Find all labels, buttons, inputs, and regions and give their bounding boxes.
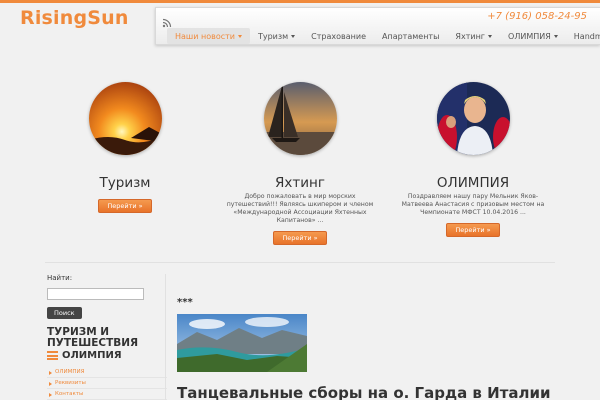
sidebar-heading: ТУРИЗМ И ПУТЕШЕСТВИЯ — [47, 326, 139, 349]
main-menu: Наши новости Туризм Страхование Апартаме… — [167, 28, 600, 44]
sidebar-link[interactable]: ОЛИМПИЯ — [47, 367, 167, 378]
menu-item-label: Туризм — [257, 31, 289, 41]
feature-olympia: ОЛИМПИЯ Поздравляем нашу пару Мельник Як… — [393, 80, 553, 237]
rss-icon[interactable] — [162, 13, 172, 28]
go-button[interactable]: Перейти » — [98, 199, 152, 213]
phone-number[interactable]: +7 (916) 058-24-95 — [487, 11, 587, 22]
menu-item-handmade[interactable]: Handmade — [566, 28, 600, 44]
sidebar: Найти: Поиск ТУРИЗМ И ПУТЕШЕСТВИЯ ОЛИМПИ… — [47, 274, 167, 400]
menu-icon — [47, 351, 58, 360]
feature-text: Добро пожаловать в мир морских путешеств… — [226, 193, 374, 224]
sidebar-subheading[interactable]: ОЛИМПИЯ — [47, 350, 167, 361]
menu-item-label: Handmade — [573, 31, 600, 41]
main-navbar: +7 (916) 058-24-95 Наши новости Туризм С… — [155, 7, 600, 45]
menu-item-label: Страхование — [311, 31, 366, 41]
menu-item-news[interactable]: Наши новости — [167, 28, 250, 44]
caret-down-icon — [237, 34, 242, 38]
site-logo[interactable]: RisingSun — [20, 7, 129, 29]
search-input[interactable] — [47, 288, 144, 300]
post-marker: *** — [177, 297, 193, 308]
menu-item-label: Апартаменты — [382, 31, 440, 41]
feature-title: ОЛИМПИЯ — [436, 175, 510, 191]
feature-title: Туризм — [99, 175, 151, 191]
sidebar-link[interactable]: Реквизиты — [47, 378, 167, 389]
menu-item-insurance[interactable]: Страхование — [303, 28, 374, 44]
sailboat-photo[interactable] — [263, 82, 337, 155]
sidebar-separator — [165, 274, 166, 400]
post-title[interactable]: Танцевальные сборы на о. Гарда в Италии — [177, 384, 577, 400]
feature-yachting: Яхтинг Добро пожаловать в мир морских пу… — [220, 80, 380, 245]
caret-down-icon — [553, 34, 558, 38]
go-button[interactable]: Перейти » — [446, 223, 500, 237]
site-header: RisingSun +7 (916) 058-24-95 Наши новост… — [0, 3, 600, 45]
sidebar-link-list: ОЛИМПИЯ Реквизиты Контакты — [47, 367, 167, 400]
sidebar-link[interactable]: Контакты — [47, 389, 167, 400]
menu-item-apartments[interactable]: Апартаменты — [374, 28, 447, 44]
menu-item-label: Наши новости — [175, 31, 235, 41]
caret-down-icon — [488, 34, 493, 38]
featured-sections: Туризм Перейти » Яхтинг Добро пожаловать… — [35, 80, 565, 250]
lake-landscape-photo[interactable] — [177, 314, 307, 372]
main-content: *** Танцевальные сборы на о. Гарда в Ита… — [177, 297, 577, 400]
sunset-photo[interactable] — [88, 82, 162, 155]
menu-item-olympia[interactable]: ОЛИМПИЯ — [500, 28, 566, 44]
go-button[interactable]: Перейти » — [273, 231, 327, 245]
menu-item-tourism[interactable]: Туризм — [250, 28, 303, 44]
feature-title: Яхтинг — [275, 175, 325, 191]
caret-down-icon — [291, 34, 296, 38]
menu-item-yachting[interactable]: Яхтинг — [447, 28, 500, 44]
sidebar-subheading-label: ОЛИМПИЯ — [62, 350, 122, 361]
section-divider — [45, 262, 555, 263]
menu-item-label: ОЛИМПИЯ — [508, 31, 551, 41]
search-label: Найти: — [47, 274, 73, 282]
feature-tourism: Туризм Перейти » — [45, 80, 205, 213]
dancers-photo[interactable] — [436, 82, 510, 155]
menu-item-label: Яхтинг — [455, 31, 486, 41]
feature-text: Поздравляем нашу пару Мельник Яков-Матве… — [401, 193, 545, 216]
search-button[interactable]: Поиск — [47, 307, 82, 319]
